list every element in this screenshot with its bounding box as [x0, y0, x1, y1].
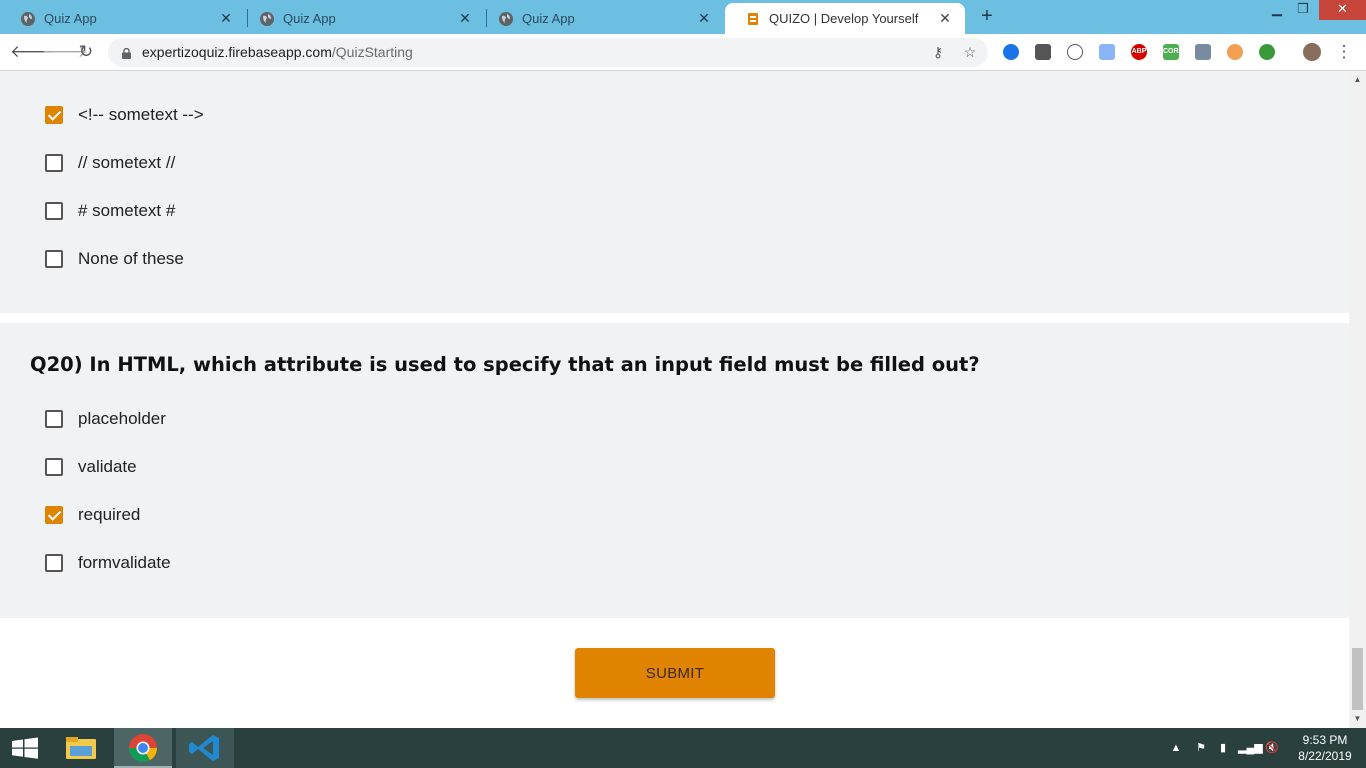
extension-blue-icon[interactable] [1003, 44, 1019, 60]
tab-quiz-app-1[interactable]: Quiz App ✕ [0, 3, 246, 34]
globe-icon [498, 11, 514, 27]
option-item[interactable]: None of these [45, 249, 184, 269]
extension-tools-icon[interactable] [1195, 44, 1211, 60]
reload-button[interactable]: ↻ [74, 40, 98, 64]
url-text: expertizoquiz.firebaseapp.com/QuizStarti… [142, 44, 413, 60]
restore-button[interactable]: ❐ [1292, 0, 1314, 20]
scroll-up-arrow-icon[interactable]: ▲ [1349, 73, 1366, 87]
globe-icon [20, 11, 36, 27]
checkbox[interactable] [45, 506, 63, 524]
globe-icon [259, 11, 275, 27]
clock-date: 8/22/2019 [1298, 749, 1352, 763]
cors-icon[interactable]: CORS [1163, 44, 1183, 60]
profile-avatar[interactable] [1303, 43, 1321, 61]
option-label: validate [78, 457, 137, 476]
question-block-q19: <!-- sometext --> // sometext // # somet… [0, 71, 1349, 313]
url-host: expertizoquiz.firebaseapp.com [142, 44, 332, 60]
tab-title: QUIZO | Develop Yourself [769, 11, 919, 26]
tab-title: Quiz App [522, 11, 575, 26]
taskbar-file-explorer[interactable] [52, 728, 110, 768]
page-scrollbar[interactable]: ▲ ▼ [1349, 71, 1366, 728]
tab-title: Quiz App [44, 11, 97, 26]
checkbox[interactable] [45, 554, 63, 572]
checkbox[interactable] [45, 250, 63, 268]
windows-start-button[interactable] [0, 728, 50, 768]
page-content: <!-- sometext --> // sometext // # somet… [0, 71, 1349, 728]
address-bar[interactable]: expertizoquiz.firebaseapp.com/QuizStarti… [108, 38, 988, 67]
tab-close-icon[interactable]: ✕ [457, 10, 473, 27]
checkbox[interactable] [45, 458, 63, 476]
key-icon[interactable]: ⚷ [928, 42, 948, 62]
forward-button[interactable]: 🡒 [42, 40, 88, 64]
extension-orange-icon[interactable] [1227, 44, 1243, 60]
clock-time: 9:53 PM [1302, 733, 1348, 747]
tab-title: Quiz App [283, 11, 336, 26]
bookmark-star-icon[interactable]: ☆ [960, 42, 980, 62]
option-item[interactable]: required [45, 505, 140, 525]
checkbox[interactable] [45, 202, 63, 220]
option-label: required [78, 505, 141, 524]
vscode-icon [189, 735, 219, 761]
back-button[interactable]: 🡐 [10, 40, 56, 64]
option-label: <!-- sometext --> [78, 105, 204, 124]
show-hidden-icons-button[interactable]: ▲ [1168, 728, 1184, 768]
option-label: None of these [78, 249, 184, 268]
menu-kebab-icon[interactable]: ⋮ [1332, 40, 1356, 64]
option-label: placeholder [78, 409, 166, 428]
system-clock[interactable]: 9:53 PM 8/22/2019 [1290, 732, 1360, 764]
scroll-down-arrow-icon[interactable]: ▼ [1349, 712, 1366, 726]
chrome-icon [129, 734, 157, 762]
extension-monitor-icon[interactable] [1035, 44, 1051, 60]
tab-quiz-app-2[interactable]: Quiz App ✕ [239, 3, 485, 34]
signal-icon[interactable]: ▂▄▆ [1238, 728, 1263, 768]
option-label: // sometext // [78, 153, 176, 172]
option-item[interactable]: // sometext // [45, 153, 175, 173]
minimize-button[interactable]: ▁ [1266, 0, 1288, 20]
network-flag-icon[interactable]: ⚑ [1192, 728, 1210, 768]
option-label: # sometext # [78, 201, 176, 220]
extension-circle-icon[interactable] [1067, 44, 1083, 60]
option-item[interactable]: formvalidate [45, 553, 171, 573]
folder-icon [66, 737, 96, 759]
extension-globe-icon[interactable] [1259, 44, 1275, 60]
battery-icon[interactable]: ▮ [1214, 728, 1232, 768]
lock-icon [122, 46, 131, 59]
quizo-favicon-icon [745, 11, 761, 27]
taskbar-chrome[interactable] [114, 728, 172, 768]
taskbar-vscode[interactable] [176, 728, 234, 768]
windows-taskbar: ▲ ⚑ ▮ ▂▄▆ 🔇 9:53 PM 8/22/2019 [0, 728, 1366, 768]
url-path: /QuizStarting [331, 44, 413, 60]
tab-quiz-app-3[interactable]: Quiz App ✕ [478, 3, 724, 34]
browser-toolbar: 🡐 🡒 ↻ expertizoquiz.firebaseapp.com/Quiz… [0, 34, 1366, 71]
option-item[interactable]: # sometext # [45, 201, 175, 221]
option-label: formvalidate [78, 553, 171, 572]
option-item[interactable]: placeholder [45, 409, 166, 429]
windows-logo-icon [12, 737, 38, 759]
extension-window-icon[interactable] [1099, 44, 1115, 60]
scrollbar-thumb[interactable] [1352, 648, 1363, 710]
question-block-q20: Q20) In HTML, which attribute is used to… [0, 323, 1349, 618]
submit-button[interactable]: SUBMIT [575, 648, 775, 698]
tab-close-icon[interactable]: ✕ [218, 10, 234, 27]
checkbox[interactable] [45, 106, 63, 124]
tab-close-icon[interactable]: ✕ [937, 10, 953, 27]
tab-strip: Quiz App ✕ Quiz App ✕ Quiz App ✕ QUIZO |… [0, 0, 1366, 34]
tab-quizo[interactable]: QUIZO | Develop Yourself ✕ [725, 3, 965, 34]
checkbox[interactable] [45, 154, 63, 172]
adblock-icon[interactable]: ABP [1131, 44, 1147, 60]
close-window-button[interactable]: ✕ [1319, 0, 1366, 20]
option-item[interactable]: <!-- sometext --> [45, 105, 204, 125]
checkbox[interactable] [45, 410, 63, 428]
volume-muted-icon[interactable]: 🔇 [1262, 728, 1282, 768]
tab-close-icon[interactable]: ✕ [696, 10, 712, 27]
option-item[interactable]: validate [45, 457, 137, 477]
new-tab-button[interactable]: + [976, 5, 998, 27]
question-title: Q20) In HTML, which attribute is used to… [30, 353, 980, 376]
